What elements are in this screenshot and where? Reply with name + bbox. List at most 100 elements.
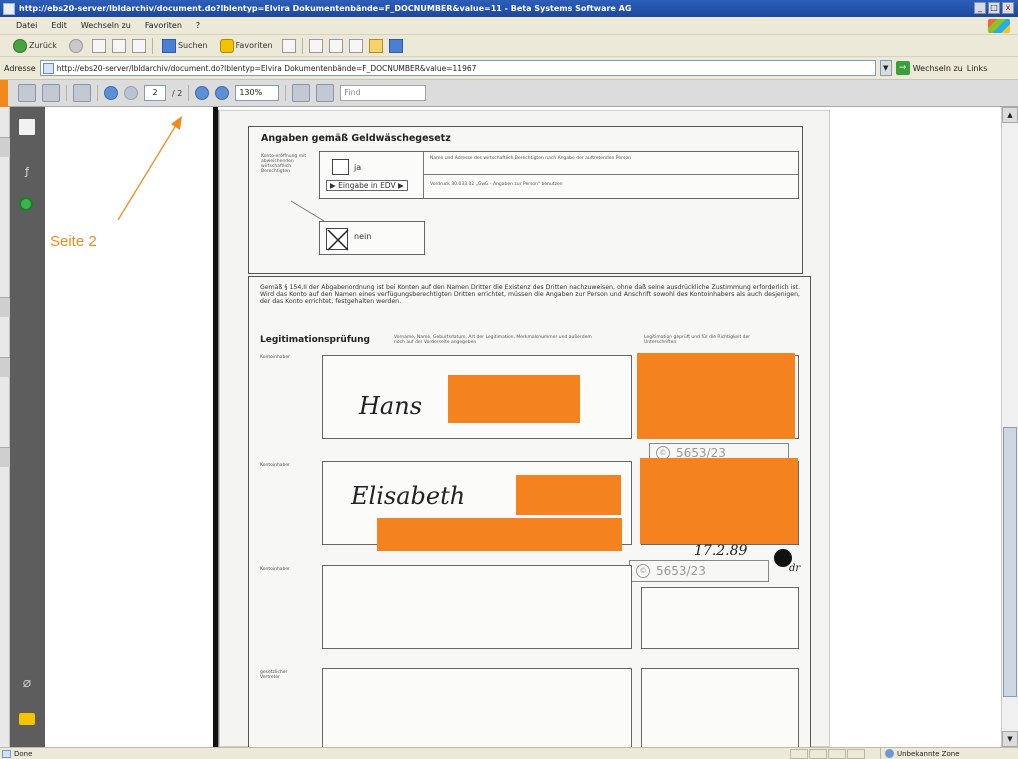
- folder-icon[interactable]: [368, 38, 383, 53]
- go-button[interactable]: → Wechseln zu: [895, 61, 963, 75]
- back-button[interactable]: Zurück: [10, 38, 60, 54]
- mail-icon[interactable]: [308, 38, 323, 53]
- toolbar-separator: [97, 85, 98, 101]
- zoom-in-icon[interactable]: [215, 86, 230, 100]
- address-input[interactable]: http://ebs20-server/lbldarchiv/document.…: [39, 60, 876, 76]
- title-bar: http://ebs20-server/lbldarchiv/document.…: [0, 0, 1018, 17]
- signatures-panel-icon[interactable]: ƒ: [19, 165, 35, 181]
- gwg-section: Angaben gemäß Geldwäschegesetz Konto-erö…: [248, 126, 803, 274]
- zoom-out-icon[interactable]: [195, 86, 210, 100]
- legit-column-hint: Vorname, Name, Geburtsdatum, Art der Leg…: [394, 335, 592, 345]
- section-side-label: Konto-eröffnung mit abweichenden wirtsch…: [261, 154, 307, 174]
- save-icon[interactable]: [42, 84, 60, 102]
- maximize-button[interactable]: □: [988, 2, 1000, 14]
- toolbar-separator: [66, 85, 67, 101]
- hint-bottom: Vordruck 30.033.02 „GwG - Angaben zur Pe…: [430, 182, 563, 187]
- print-icon[interactable]: [18, 84, 36, 102]
- attachments-icon[interactable]: ⌀: [19, 675, 35, 691]
- ja-label: ja: [354, 163, 362, 172]
- status-cell: [847, 749, 865, 759]
- row-label: gesetzlicher Vertreter: [260, 670, 288, 680]
- edit-icon[interactable]: [348, 38, 363, 53]
- handwritten-initials: dr: [789, 563, 801, 574]
- history-icon[interactable]: [281, 38, 296, 53]
- forward-arrow-icon: [68, 38, 83, 53]
- refresh-icon[interactable]: [111, 38, 126, 53]
- vertical-scrollbar[interactable]: ▲ ▼: [1001, 107, 1018, 747]
- scroll-thumb[interactable]: [1003, 427, 1017, 697]
- nein-label: nein: [354, 232, 372, 241]
- comments-icon[interactable]: [19, 713, 35, 725]
- status-cell: [790, 749, 808, 759]
- nein-row: nein: [319, 221, 425, 255]
- address-dropdown-button[interactable]: ▼: [879, 60, 892, 76]
- menu-bar: Datei Edit Wechseln zu Favoriten ?: [0, 17, 1018, 35]
- page-icon: [42, 63, 54, 74]
- signature-elisabeth: Elisabeth: [351, 482, 466, 510]
- edv-label: ▶ Eingabe in EDV ▶: [326, 180, 408, 191]
- redaction-block: [448, 375, 580, 423]
- links-button[interactable]: Links: [967, 64, 988, 73]
- stamp-number: 5653/23: [656, 564, 706, 578]
- menu-item-datei[interactable]: Datei: [16, 21, 37, 30]
- menu-item-edit[interactable]: Edit: [51, 21, 67, 30]
- stamp: © 5653/23: [629, 560, 769, 582]
- search-icon: [161, 38, 176, 53]
- valid-signature-icon[interactable]: [19, 197, 33, 211]
- stop-icon[interactable]: [91, 38, 106, 53]
- print-icon[interactable]: [328, 38, 343, 53]
- favorites-button[interactable]: Favoriten: [217, 38, 276, 54]
- pages-panel-icon[interactable]: [19, 119, 35, 135]
- page-done-icon: [2, 750, 11, 758]
- row-divider: [423, 174, 798, 175]
- toolbar-separator: [301, 37, 303, 54]
- ja-checkbox[interactable]: [332, 159, 349, 175]
- toolbar-separator: [188, 85, 190, 101]
- home-icon[interactable]: [131, 38, 146, 53]
- back-arrow-icon: [13, 38, 27, 53]
- forward-button[interactable]: [66, 38, 86, 54]
- fit-page-icon[interactable]: [292, 84, 311, 102]
- menu-item-help[interactable]: ?: [196, 21, 200, 30]
- nein-checkbox[interactable]: [326, 228, 349, 251]
- security-zone: Unbekannte Zone: [880, 748, 960, 759]
- toolbar-separator: [151, 37, 153, 54]
- window-controls: _ □ x: [974, 2, 1014, 14]
- rail-segment: [0, 357, 10, 377]
- address-label: Adresse: [4, 63, 36, 73]
- section-title: Angaben gemäß Geldwäschegesetz: [261, 133, 451, 144]
- legit-check-hint: Legitimation geprüft und für die Richtig…: [644, 335, 751, 345]
- page-number-input[interactable]: 2: [144, 85, 166, 101]
- verification-box: [641, 668, 799, 750]
- favorites-label: Favoriten: [235, 41, 273, 50]
- redaction-block: [377, 518, 622, 551]
- status-cell: [809, 749, 827, 759]
- previous-page-icon[interactable]: [104, 86, 118, 100]
- next-page-icon[interactable]: [124, 86, 138, 100]
- page-count: / 2: [172, 88, 183, 98]
- menu-item-favoriten[interactable]: Favoriten: [145, 21, 182, 30]
- messenger-icon[interactable]: [388, 38, 403, 53]
- find-input[interactable]: Find: [340, 85, 427, 101]
- close-button[interactable]: x: [1002, 2, 1014, 14]
- annotation-label: Seite 2: [50, 233, 97, 250]
- zoom-select[interactable]: 130%: [235, 85, 280, 101]
- scroll-up-button[interactable]: ▲: [1002, 107, 1018, 123]
- menu-item-wechseln[interactable]: Wechseln zu: [81, 21, 131, 30]
- checkmark-x-icon: [327, 229, 349, 251]
- zone-globe-icon: [885, 749, 894, 758]
- hint-top: Name und Adresse des wirtschaftlich Bere…: [430, 156, 631, 161]
- verification-box: [641, 587, 799, 649]
- search-button[interactable]: Suchen: [159, 38, 211, 54]
- orange-marker: [0, 80, 8, 107]
- minimize-button[interactable]: _: [974, 2, 986, 14]
- scroll-down-button[interactable]: ▼: [1002, 731, 1018, 747]
- fit-width-icon[interactable]: [316, 84, 335, 102]
- pdf-navigation-panel: ƒ ⌀: [10, 107, 45, 747]
- handwritten-date: 17.2.89: [694, 543, 748, 559]
- ja-row: ja ▶ Eingabe in EDV ▶ Name und Adresse d…: [319, 151, 799, 199]
- back-label: Zurück: [29, 41, 57, 50]
- pages-icon[interactable]: [73, 84, 91, 102]
- go-label: Wechseln zu: [912, 63, 963, 73]
- ie-icon: [3, 2, 15, 15]
